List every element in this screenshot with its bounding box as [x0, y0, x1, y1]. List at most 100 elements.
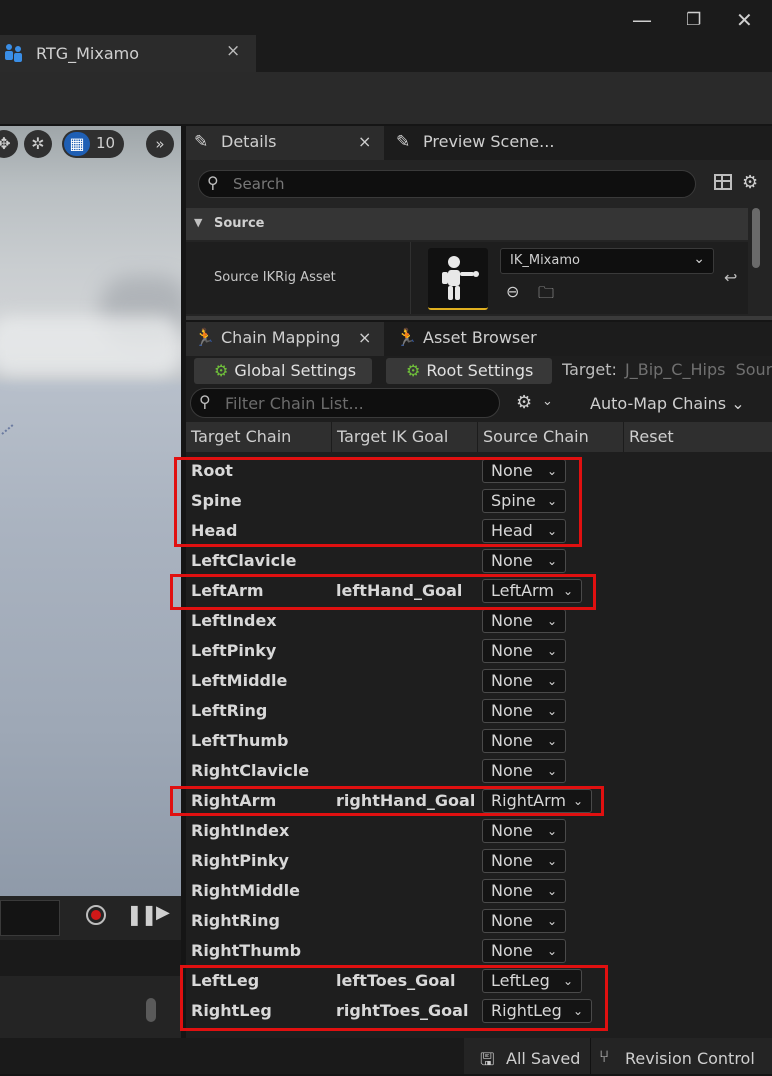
- source-ikrig-label: Source IKRig Asset: [214, 270, 336, 285]
- use-selected-icon[interactable]: ⊖: [506, 282, 519, 301]
- target-chain-cell: RightMiddle: [191, 881, 300, 900]
- target-root-value: J_Bip_C_Hips Sour: [625, 360, 772, 379]
- revision-control-button[interactable]: ⑂ Revision Control: [590, 1038, 772, 1074]
- details-search-input[interactable]: ⚲ Search: [198, 170, 696, 198]
- document-tab-title: RTG_Mixamo: [36, 44, 140, 63]
- global-settings-label: Global Settings: [234, 361, 357, 380]
- tab-chain-mapping-label: Chain Mapping: [221, 328, 341, 347]
- tab-preview-scene[interactable]: ✎ Preview Scene...: [388, 126, 608, 160]
- filter-chain-input[interactable]: ⚲ Filter Chain List...: [190, 388, 500, 418]
- source-chain-value: None: [491, 821, 533, 840]
- target-chain-cell: RightThumb: [191, 941, 302, 960]
- tab-chain-mapping-close-icon[interactable]: ×: [358, 322, 371, 354]
- source-chain-value: None: [491, 641, 533, 660]
- filter-options-gear-icon[interactable]: ⚙: [516, 392, 532, 413]
- target-chain-cell: LeftIndex: [191, 611, 277, 630]
- column-source-chain[interactable]: Source Chain: [478, 422, 624, 452]
- target-chain-cell: RightClavicle: [191, 761, 310, 780]
- target-root-readout: Target: J_Bip_C_Hips Sour: [562, 356, 772, 386]
- chain-mapping-panel: ⚙ Global Settings ⚙ Root Settings Target: …: [170, 356, 772, 1038]
- panel-splitter[interactable]: [186, 316, 772, 320]
- tab-chain-mapping[interactable]: 🏃 Chain Mapping ×: [186, 322, 384, 356]
- target-chain-cell: LeftClavicle: [191, 551, 297, 570]
- gear-icon: ⚙: [214, 361, 229, 380]
- tab-details-close-icon[interactable]: ×: [358, 126, 371, 158]
- highlight-box-root-spine-head: [174, 457, 582, 547]
- document-tab[interactable]: RTG_Mixamo ×: [0, 35, 256, 72]
- chevron-down-icon: ⌄: [546, 704, 557, 718]
- playback-bar: ❚❚ ▶: [0, 896, 181, 940]
- source-chain-value: None: [491, 881, 533, 900]
- auto-map-chains-button[interactable]: Auto-Map Chains ⌄: [590, 394, 745, 413]
- bone-marker-icon: [1, 423, 15, 435]
- source-chain-dropdown[interactable]: None ⌄: [482, 639, 566, 663]
- minimize-icon[interactable]: —: [632, 8, 652, 32]
- ikrig-asset-combo[interactable]: IK_Mixamo ⌄: [500, 248, 714, 274]
- document-tab-close-icon[interactable]: ×: [226, 41, 240, 61]
- source-chain-value: None: [491, 941, 533, 960]
- chevron-down-icon: ⌄: [546, 884, 557, 898]
- source-chain-dropdown[interactable]: None ⌄: [482, 549, 566, 573]
- tab-preview-scene-label: Preview Scene...: [423, 132, 555, 151]
- source-chain-dropdown[interactable]: None ⌄: [482, 879, 566, 903]
- step-forward-icon[interactable]: ▶: [156, 902, 170, 923]
- scrollbar-thumb[interactable]: [146, 998, 156, 1022]
- more-options-icon[interactable]: »: [146, 130, 174, 158]
- column-target-ik-goal[interactable]: Target IK Goal: [332, 422, 478, 452]
- grid-snap-toggle[interactable]: ▦ 10: [62, 130, 124, 158]
- close-window-icon[interactable]: ✕: [736, 8, 753, 32]
- viewport-footer: [0, 940, 181, 976]
- toolbar-strip: [0, 72, 772, 124]
- chevron-down-icon[interactable]: ⌄: [542, 394, 553, 409]
- global-settings-button[interactable]: ⚙ Global Settings: [194, 358, 372, 384]
- browse-asset-icon[interactable]: 🗀: [538, 282, 554, 309]
- chevron-down-icon: ⌄: [693, 251, 705, 267]
- record-icon[interactable]: [86, 905, 106, 925]
- details-panel: ⚲ Search ⚙ ▼ Source Source IKRig Asset I…: [186, 160, 772, 320]
- details-tab-bar: ✎ Details × ✎ Preview Scene...: [186, 126, 772, 160]
- timeline-field[interactable]: [0, 900, 60, 936]
- source-chain-dropdown[interactable]: None ⌄: [482, 699, 566, 723]
- details-scrollbar[interactable]: [752, 208, 760, 268]
- chevron-down-icon: ⌄: [546, 824, 557, 838]
- collapse-arrow-icon: ▼: [194, 216, 203, 229]
- target-chain-cell: RightRing: [191, 911, 280, 930]
- restore-icon[interactable]: ❐: [686, 10, 701, 30]
- source-chain-dropdown[interactable]: None ⌄: [482, 939, 566, 963]
- source-chain-dropdown[interactable]: None ⌄: [482, 909, 566, 933]
- source-chain-dropdown[interactable]: None ⌄: [482, 609, 566, 633]
- transform-icon[interactable]: ✥: [0, 130, 18, 158]
- preview-viewport[interactable]: ✥ ✲ ▦ 10 »: [0, 126, 181, 896]
- root-settings-button[interactable]: ⚙ Root Settings: [386, 358, 552, 384]
- source-ikrig-row: Source IKRig Asset IK_Mixamo ⌄ ⊖ 🗀 ↩: [186, 242, 748, 314]
- asset-thumbnail[interactable]: [428, 248, 488, 310]
- pause-icon[interactable]: ❚❚: [126, 902, 157, 926]
- source-section-header[interactable]: ▼ Source: [186, 208, 748, 240]
- retargeter-icon: [5, 44, 22, 62]
- grid-icon: ▦: [64, 132, 90, 156]
- reset-to-default-icon[interactable]: ↩: [724, 268, 737, 287]
- chain-mapping-tab-bar: 🏃 Chain Mapping × 🏃 Asset Browser: [186, 322, 772, 356]
- column-divider: [410, 242, 411, 314]
- status-bar: 🖫 All Saved ⑂ Revision Control: [0, 1038, 772, 1074]
- target-label: Target:: [562, 360, 617, 379]
- column-reset[interactable]: Reset: [624, 422, 772, 452]
- save-status-button[interactable]: 🖫 All Saved: [464, 1038, 590, 1074]
- chevron-down-icon: ⌄: [546, 764, 557, 778]
- table-view-icon[interactable]: [714, 174, 732, 190]
- revision-control-label: Revision Control: [625, 1049, 755, 1068]
- snap-icon[interactable]: ✲: [24, 130, 52, 158]
- source-chain-dropdown[interactable]: None ⌄: [482, 729, 566, 753]
- source-chain-dropdown[interactable]: None ⌄: [482, 669, 566, 693]
- source-chain-dropdown[interactable]: None ⌄: [482, 849, 566, 873]
- highlight-box-leftarm: [170, 574, 596, 610]
- tab-asset-browser[interactable]: 🏃 Asset Browser: [388, 322, 568, 356]
- branch-icon: ⑂: [599, 1047, 610, 1067]
- source-chain-dropdown[interactable]: None ⌄: [482, 759, 566, 783]
- highlight-box-legs: [180, 965, 608, 1031]
- settings-gear-icon[interactable]: ⚙: [742, 172, 758, 193]
- tab-details[interactable]: ✎ Details ×: [186, 126, 384, 160]
- window-controls: — ❐ ✕: [620, 0, 772, 40]
- source-chain-dropdown[interactable]: None ⌄: [482, 819, 566, 843]
- column-target-chain[interactable]: Target Chain: [186, 422, 332, 452]
